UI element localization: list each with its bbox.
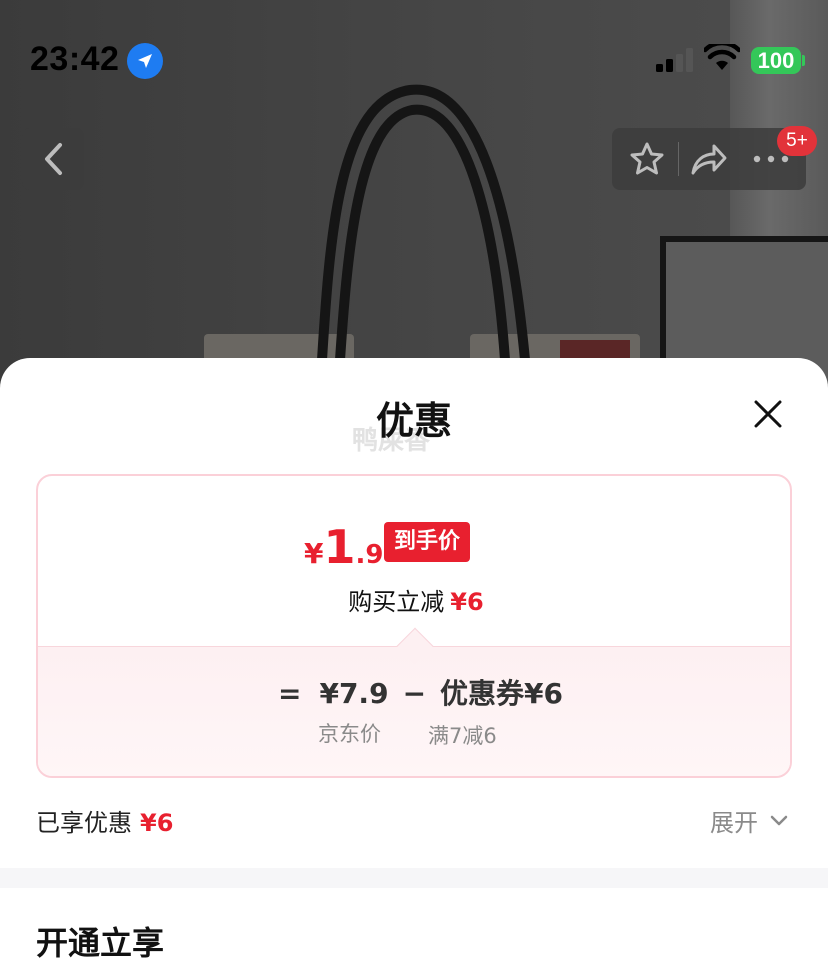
- enjoyed-discount: 已享优惠 ¥6: [36, 803, 173, 838]
- final-price-symbol: ¥: [304, 537, 324, 570]
- star-icon: [630, 142, 664, 175]
- jd-price-label: 京东价: [318, 722, 381, 746]
- final-price-integer: 1: [323, 520, 356, 574]
- price-card: ¥1.9 到手价 购买立减 ¥6 = ¥7.9− 优惠券¥6 京东价 满7减6: [36, 474, 792, 778]
- chevron-down-icon: [770, 815, 788, 825]
- final-price: ¥1.9: [304, 520, 383, 574]
- expand-button[interactable]: 展开: [710, 803, 788, 838]
- price-breakdown-area: [38, 646, 790, 776]
- more-dots-icon: [753, 155, 789, 163]
- instant-cut: 购买立减 ¥6: [38, 582, 790, 617]
- coupon-amount: 优惠券¥6: [440, 677, 563, 710]
- chevron-left-icon: [45, 143, 62, 175]
- enjoyed-label: 已享优惠: [36, 809, 132, 837]
- wifi-icon: [704, 44, 740, 70]
- favorite-button[interactable]: [616, 128, 678, 190]
- enjoyed-amount: ¥6: [140, 809, 174, 837]
- status-bar: 23:42 100: [0, 0, 828, 120]
- discount-sheet: 鸭屎香 优惠 ¥1.9 到手价 购买立减 ¥6 = ¥7.9− 优惠券¥6 京东价 满…: [0, 358, 828, 962]
- section-gap: [0, 868, 828, 888]
- back-button[interactable]: [22, 128, 84, 190]
- coupon-condition: 满7减6: [428, 724, 497, 748]
- share-arrow-icon: [691, 144, 727, 175]
- location-arrow-icon: [127, 43, 163, 79]
- close-icon[interactable]: [748, 394, 788, 434]
- final-price-decimal: .9: [355, 540, 384, 570]
- price-formula: = ¥7.9− 优惠券¥6: [278, 672, 563, 712]
- instant-cut-label: 购买立减: [348, 588, 445, 616]
- share-button[interactable]: [678, 128, 740, 190]
- message-badge: 5+: [777, 126, 817, 156]
- expand-label: 展开: [710, 809, 758, 837]
- battery-icon: 100: [751, 47, 801, 74]
- next-section-title: 开通立享: [36, 924, 165, 962]
- minus-sign: −: [402, 677, 427, 710]
- equals-sign: =: [278, 677, 302, 710]
- cellular-signal-icon: [656, 48, 693, 72]
- status-time: 23:42: [30, 40, 120, 78]
- bag-handles: [317, 84, 530, 361]
- instant-cut-amount: ¥6: [450, 588, 484, 616]
- sheet-title: 优惠: [375, 399, 452, 443]
- battery-tip: [802, 55, 805, 66]
- jd-price: ¥7.9: [319, 677, 389, 710]
- final-price-tag: 到手价: [384, 522, 471, 562]
